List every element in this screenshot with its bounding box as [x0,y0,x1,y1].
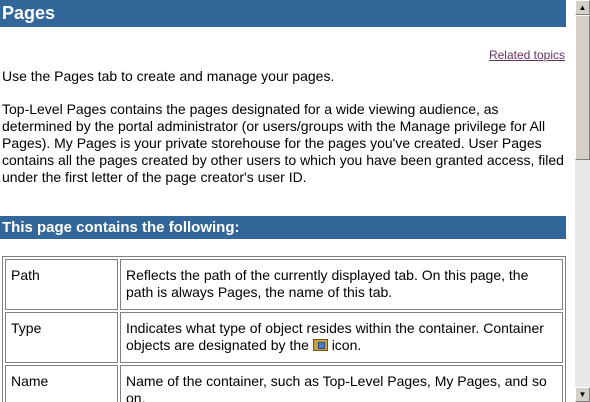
scroll-thumb[interactable] [575,15,590,160]
description-text: Top-Level Pages contains the pages desig… [2,101,564,185]
term-cell: Path [5,259,118,310]
arrow-down-icon[interactable]: ▼ [575,387,590,402]
table-row: Path Reflects the path of the currently … [5,259,563,310]
table-row: Name Name of the container, such as Top-… [5,365,563,402]
table-row: Type Indicates what type of object resid… [5,312,563,363]
arrow-up-icon[interactable]: ▲ [575,0,590,15]
help-content: Pages Related topics Use the Pages tab t… [0,0,575,402]
related-topics-link[interactable]: Related topics [489,48,565,62]
definition-cell: Indicates what type of object resides wi… [120,312,563,363]
intro-text: Use the Pages tab to create and manage y… [2,68,335,84]
vertical-scrollbar[interactable]: ▲ ▼ [575,0,590,402]
container-icon [312,339,328,351]
page-title: Pages [0,0,566,27]
section-heading: This page contains the following: [0,216,566,239]
term-cell: Name [5,365,118,402]
definition-cell: Reflects the path of the currently displ… [120,259,563,310]
definition-cell: Name of the container, such as Top-Level… [120,365,563,402]
definitions-table: Path Reflects the path of the currently … [2,256,566,402]
term-cell: Type [5,312,118,363]
definition-text-suffix: icon. [331,337,362,353]
